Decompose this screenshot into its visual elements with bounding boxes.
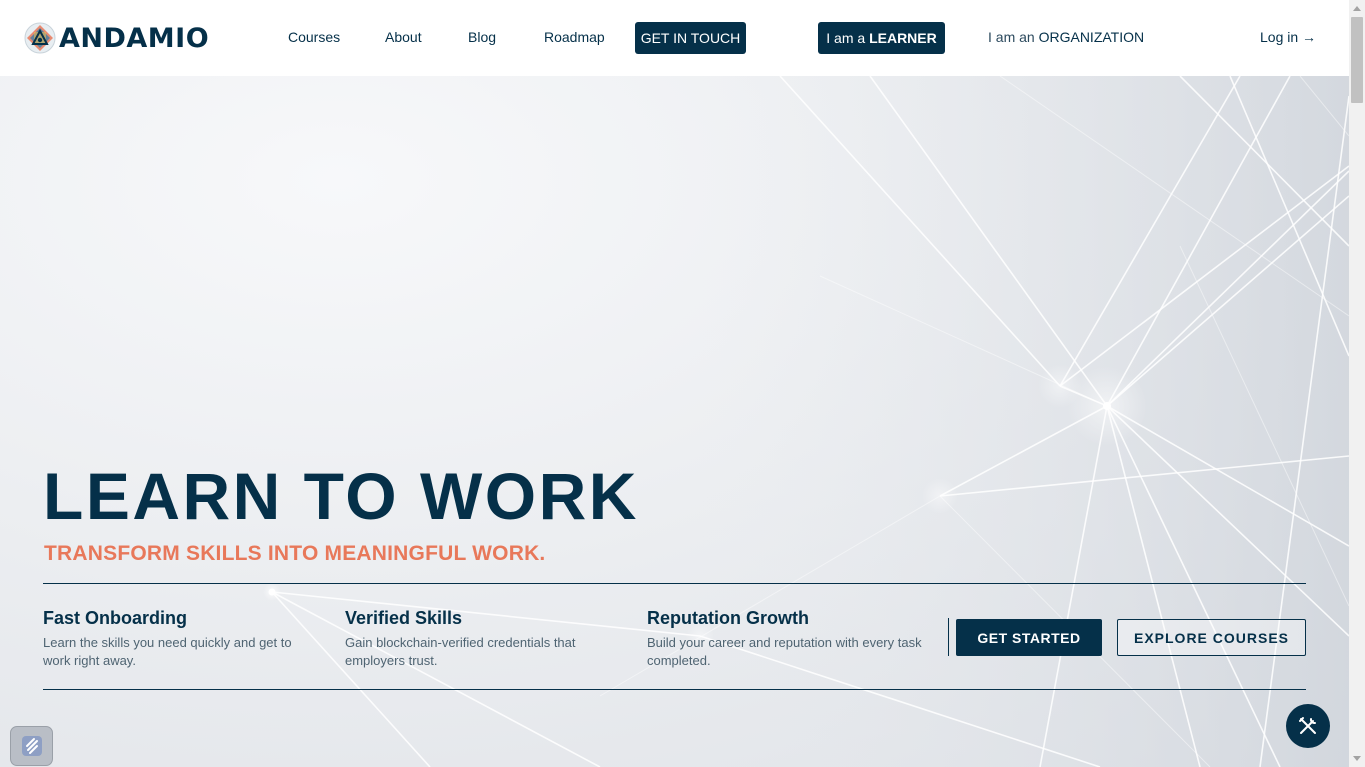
logo[interactable]: ANDAMIO (24, 21, 209, 55)
scroll-down-arrow-icon[interactable] (1353, 756, 1361, 761)
divider-bottom (43, 689, 1306, 690)
feature-title: Verified Skills (345, 608, 463, 628)
nav-roadmap[interactable]: Roadmap (544, 29, 605, 45)
organization-prefix: I am an (988, 29, 1039, 45)
feature-text: Build your career and reputation with ev… (647, 635, 922, 668)
page-scrollbar[interactable] (1349, 0, 1365, 767)
hero-title: LEARN TO WORK (43, 459, 639, 533)
feature-text: Learn the skills you need quickly and ge… (43, 635, 292, 668)
tools-fab-button[interactable] (1286, 704, 1330, 748)
nav-courses[interactable]: Courses (288, 29, 340, 45)
nav-blog[interactable]: Blog (468, 29, 496, 45)
learner-prefix: I am a (826, 30, 870, 46)
feature-verified-skills: Verified Skills Gain blockchain-verified… (345, 608, 607, 670)
feature-text: Gain blockchain-verified credentials tha… (345, 635, 576, 668)
hero-section: LEARN TO WORK TRANSFORM SKILLS INTO MEAN… (0, 76, 1349, 767)
hero-subtitle: TRANSFORM SKILLS INTO MEANINGFUL WORK. (44, 542, 546, 565)
tools-icon (1299, 717, 1316, 734)
organization-label: ORGANIZATION (1038, 29, 1145, 45)
scroll-thumb[interactable] (1351, 17, 1363, 103)
andamio-logo-icon (24, 22, 56, 54)
login-link[interactable]: Log in → (1260, 29, 1316, 45)
nav-about[interactable]: About (385, 29, 422, 45)
feature-fast-onboarding: Fast Onboarding Learn the skills you nee… (43, 608, 313, 670)
feature-title: Fast Onboarding (43, 608, 187, 628)
organization-link[interactable]: I am an ORGANIZATION (988, 29, 1144, 45)
logo-text: ANDAMIO (59, 22, 210, 54)
site-header: ANDAMIO Courses About Blog Roadmap GET I… (0, 0, 1349, 76)
learner-button[interactable]: I am a LEARNER (818, 22, 945, 54)
divider-top (43, 583, 1306, 584)
scroll-up-arrow-icon[interactable] (1353, 6, 1361, 11)
feature-title: Reputation Growth (647, 608, 809, 628)
corner-app-widget[interactable] (10, 726, 53, 766)
learner-label: LEARNER (869, 30, 937, 46)
explore-courses-button[interactable]: EXPLORE COURSES (1117, 619, 1306, 656)
app-widget-icon (21, 736, 42, 756)
feature-reputation-growth: Reputation Growth Build your career and … (647, 608, 927, 670)
get-in-touch-button[interactable]: GET IN TOUCH (635, 22, 746, 54)
get-started-button[interactable]: GET STARTED (956, 619, 1102, 656)
cta-divider (948, 618, 949, 656)
